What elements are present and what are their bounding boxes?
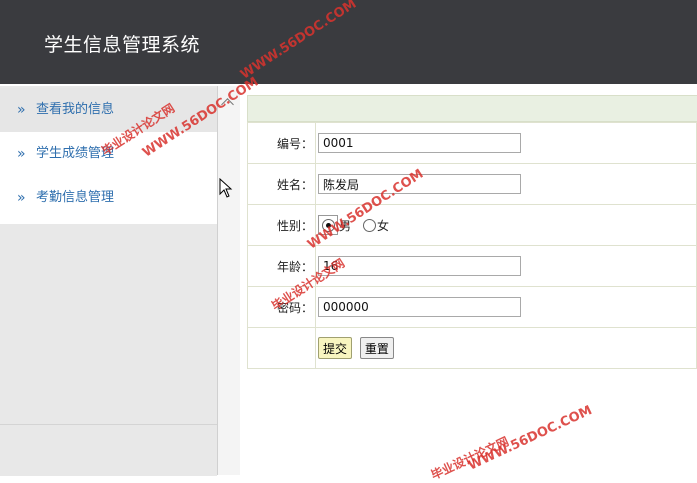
form-row-id: 编号： bbox=[247, 122, 697, 164]
double-chevron-right-icon: » bbox=[17, 190, 26, 206]
name-label: 姓名： bbox=[247, 163, 316, 205]
app-title: 学生信息管理系统 bbox=[44, 34, 201, 56]
sidebar-item-label: 考勤信息管理 bbox=[36, 190, 115, 205]
password-input[interactable] bbox=[318, 297, 521, 317]
mouse-pointer-icon bbox=[219, 178, 233, 198]
form-row-actions: 提交 重置 bbox=[247, 327, 697, 369]
student-info-form: 编号： 姓名： 性别： 男 女 年龄： bbox=[247, 95, 697, 369]
form-header-bar bbox=[247, 95, 697, 122]
submit-button[interactable]: 提交 bbox=[318, 337, 353, 359]
gender-female-label: 女 bbox=[377, 218, 390, 233]
watermark-site: WWW.56DOC.COM bbox=[466, 403, 595, 474]
gender-female-radio[interactable] bbox=[363, 218, 377, 232]
sidebar-item-label: 学生成绩管理 bbox=[36, 146, 115, 161]
sidebar-item-attendance[interactable]: » 考勤信息管理 bbox=[0, 176, 217, 220]
sidebar-footer bbox=[0, 424, 217, 476]
double-chevron-right-icon: » bbox=[17, 102, 26, 118]
gender-radio-group: 男 女 bbox=[318, 215, 695, 235]
double-chevron-right-icon: » bbox=[17, 146, 26, 162]
actions-label-cell bbox=[247, 327, 316, 369]
reset-button[interactable]: 重置 bbox=[359, 337, 394, 359]
sidebar-item-label: 查看我的信息 bbox=[36, 102, 115, 117]
id-input[interactable] bbox=[318, 133, 521, 153]
id-label: 编号： bbox=[247, 122, 316, 164]
age-input[interactable] bbox=[318, 256, 521, 276]
form-row-password: 密码： bbox=[247, 286, 697, 328]
sidebar-collapse-bar[interactable] bbox=[218, 86, 240, 475]
form-row-name: 姓名： bbox=[247, 163, 697, 205]
